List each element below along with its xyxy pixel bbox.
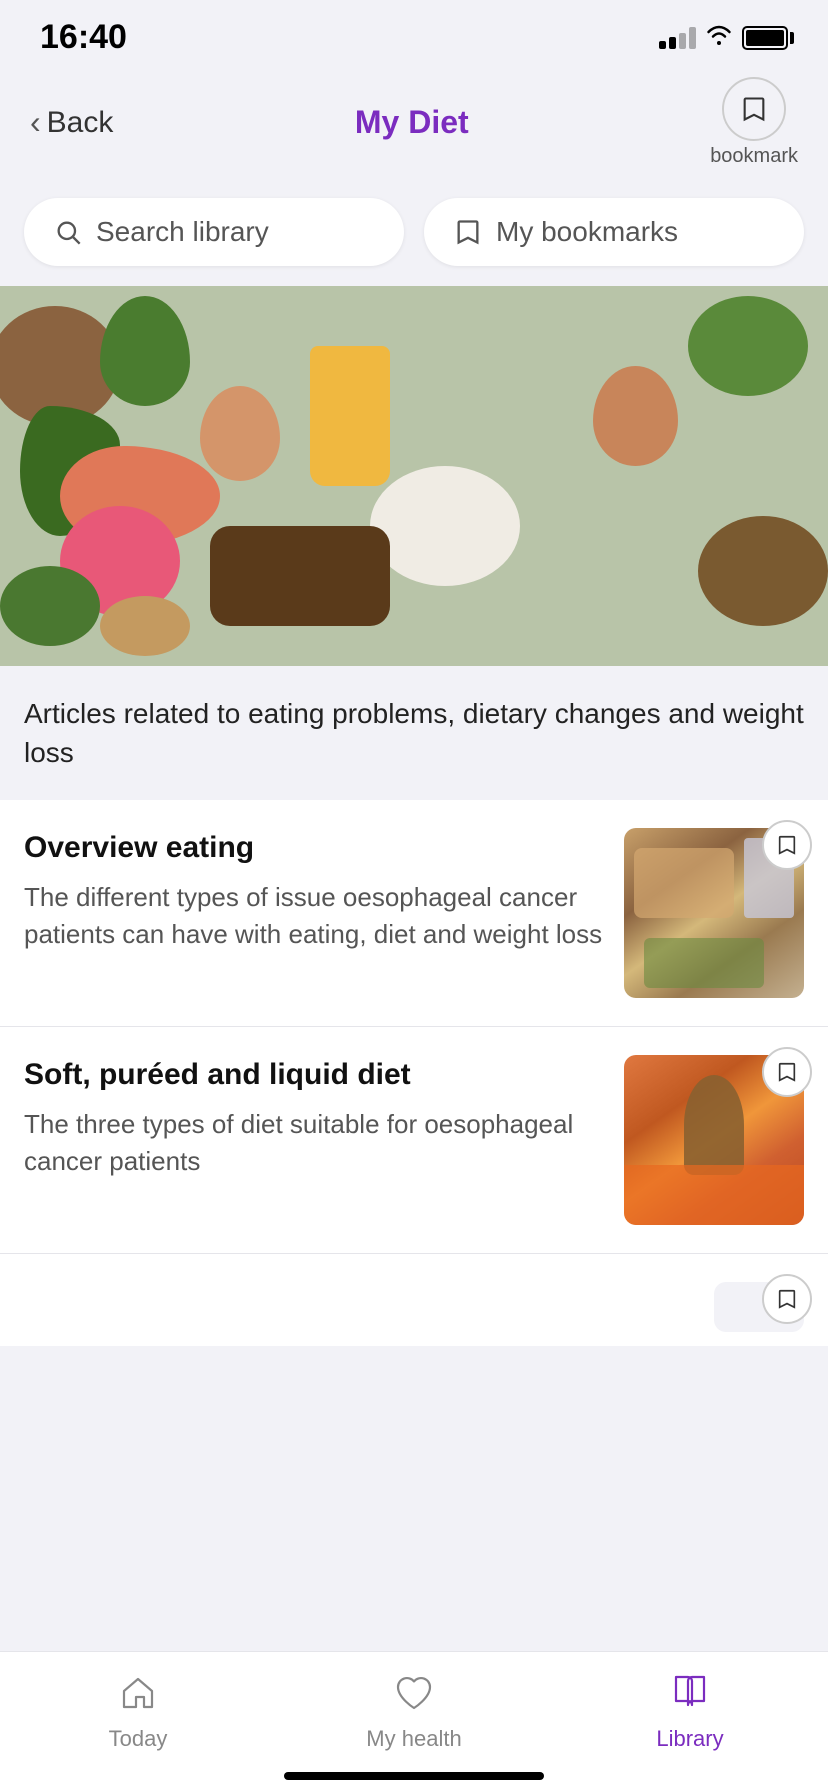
book-icon	[665, 1668, 715, 1718]
search-icon	[54, 218, 82, 246]
signal-icon	[659, 27, 696, 49]
home-indicator	[284, 1772, 544, 1780]
food-walnuts	[698, 516, 828, 626]
article-content: Overview eating The different types of i…	[24, 828, 604, 952]
article-bookmark-button[interactable]	[762, 820, 812, 870]
bookmark-label: bookmark	[710, 145, 798, 168]
nav-header: ‹ Back My Diet bookmark	[0, 67, 828, 188]
nav-label-today: Today	[109, 1726, 168, 1752]
food-bread	[210, 526, 390, 626]
home-icon	[113, 1668, 163, 1718]
nav-item-myhealth[interactable]: My health	[334, 1668, 494, 1752]
section-description: Articles related to eating problems, die…	[0, 666, 828, 800]
food-green-bowl	[688, 296, 808, 396]
article-desc: The three types of diet suitable for oes…	[24, 1106, 604, 1179]
status-bar: 16:40	[0, 0, 828, 67]
search-library-button[interactable]: Search library	[24, 198, 404, 266]
section-description-text: Articles related to eating problems, die…	[24, 698, 804, 768]
back-label: Back	[47, 106, 114, 140]
nav-label-library: Library	[656, 1726, 723, 1752]
bookmark-outline-icon	[454, 218, 482, 246]
status-icons	[659, 23, 788, 52]
status-time: 16:40	[40, 18, 127, 57]
bookmark-circle	[722, 77, 786, 141]
article-title: Soft, puréed and liquid diet	[24, 1055, 604, 1094]
wifi-icon	[706, 23, 732, 52]
partial-article-card[interactable]	[0, 1253, 828, 1346]
bookmark-button[interactable]: bookmark	[710, 77, 798, 168]
partial-bookmark-button[interactable]	[762, 1274, 812, 1324]
food-egg1	[200, 386, 280, 481]
hero-image	[0, 286, 828, 666]
food-juice	[310, 346, 390, 486]
heart-icon	[389, 1668, 439, 1718]
article-title: Overview eating	[24, 828, 604, 867]
food-peas	[0, 566, 100, 646]
nav-item-library[interactable]: Library	[610, 1668, 770, 1752]
search-row: Search library My bookmarks	[0, 188, 828, 286]
article-card[interactable]: Overview eating The different types of i…	[0, 800, 828, 1026]
article-content: Soft, puréed and liquid diet The three t…	[24, 1055, 604, 1179]
my-bookmarks-label: My bookmarks	[496, 216, 678, 248]
food-egg2	[593, 366, 678, 466]
back-chevron-icon: ‹	[30, 104, 41, 141]
nav-label-myhealth: My health	[366, 1726, 461, 1752]
article-card[interactable]: Soft, puréed and liquid diet The three t…	[0, 1026, 828, 1253]
article-image-wrap	[624, 828, 804, 998]
articles-container: Overview eating The different types of i…	[0, 800, 828, 1346]
bottom-navigation: Today My health Library	[0, 1651, 828, 1792]
food-cottage-cheese	[370, 466, 520, 586]
back-button[interactable]: ‹ Back	[30, 104, 113, 141]
battery-icon	[742, 26, 788, 50]
food-almonds	[100, 596, 190, 656]
article-bookmark-button[interactable]	[762, 1047, 812, 1097]
page-title: My Diet	[355, 104, 469, 141]
article-image-wrap	[624, 1055, 804, 1225]
nav-item-today[interactable]: Today	[58, 1668, 218, 1752]
my-bookmarks-button[interactable]: My bookmarks	[424, 198, 804, 266]
search-library-label: Search library	[96, 216, 269, 248]
article-desc: The different types of issue oesophageal…	[24, 879, 604, 952]
